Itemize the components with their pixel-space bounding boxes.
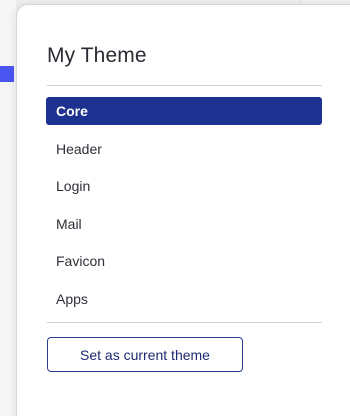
popover-title: My Theme [47,44,147,67]
menu-item-header[interactable]: Header [46,135,322,163]
menu-item-core[interactable]: Core [46,97,322,125]
actions-divider [47,322,322,323]
background-accent-bar [0,66,14,82]
menu-item-favicon[interactable]: Favicon [46,247,322,275]
menu-item-mail[interactable]: Mail [46,210,322,238]
background-panel [0,0,16,416]
title-divider [47,85,322,86]
theme-section-menu: Core Header Login Mail Favicon Apps [46,97,322,322]
page: My Theme Core Header Login Mail Favicon … [0,0,350,416]
menu-item-apps[interactable]: Apps [46,285,322,313]
menu-item-login[interactable]: Login [46,172,322,200]
set-as-current-theme-button[interactable]: Set as current theme [47,337,243,372]
